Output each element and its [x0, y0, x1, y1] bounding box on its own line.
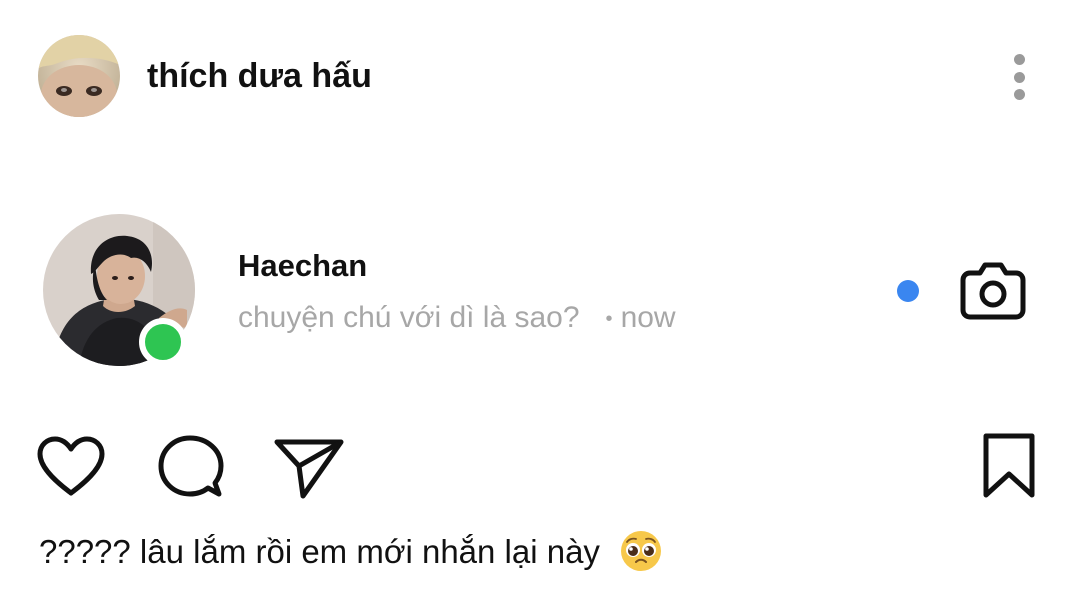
camera-button[interactable] — [958, 261, 1028, 321]
comment-icon — [158, 435, 224, 497]
avatar-photo — [38, 35, 120, 117]
online-status-indicator — [139, 318, 187, 366]
send-icon — [274, 439, 344, 499]
more-dot — [1013, 89, 1025, 100]
share-button[interactable] — [273, 436, 345, 500]
cutoff-text-line — [39, 584, 199, 591]
like-button[interactable] — [36, 435, 106, 497]
bookmark-icon — [983, 433, 1035, 498]
instagram-post-screen: thích dưa hấu Haechan chuyện chú với dì … — [0, 0, 1080, 591]
more-dot — [1013, 71, 1025, 83]
more-options-button[interactable] — [1001, 50, 1037, 104]
pleading-face-emoji-icon — [621, 531, 662, 572]
message-preview[interactable]: chuyện chú với dì là sao? • now — [238, 300, 676, 337]
post-caption: ????? lâu lắm rồi em mới nhắn lại này — [39, 531, 663, 573]
separator-dot: • — [605, 308, 613, 331]
message-preview-text: chuyện chú với dì là sao? — [238, 301, 580, 334]
message-time: now — [620, 301, 676, 334]
save-button[interactable] — [980, 432, 1038, 500]
story-avatar[interactable] — [43, 214, 195, 366]
heart-icon — [37, 436, 105, 496]
camera-icon — [960, 262, 1026, 320]
header-username[interactable]: thích dưa hấu — [147, 56, 372, 96]
more-dot — [1013, 54, 1025, 65]
caption-text: ????? lâu lắm rồi em mới nhắn lại này — [39, 533, 600, 570]
sender-name[interactable]: Haechan — [238, 247, 367, 285]
comment-button[interactable] — [156, 434, 226, 500]
unread-indicator — [897, 280, 919, 302]
header-avatar[interactable] — [38, 35, 120, 117]
